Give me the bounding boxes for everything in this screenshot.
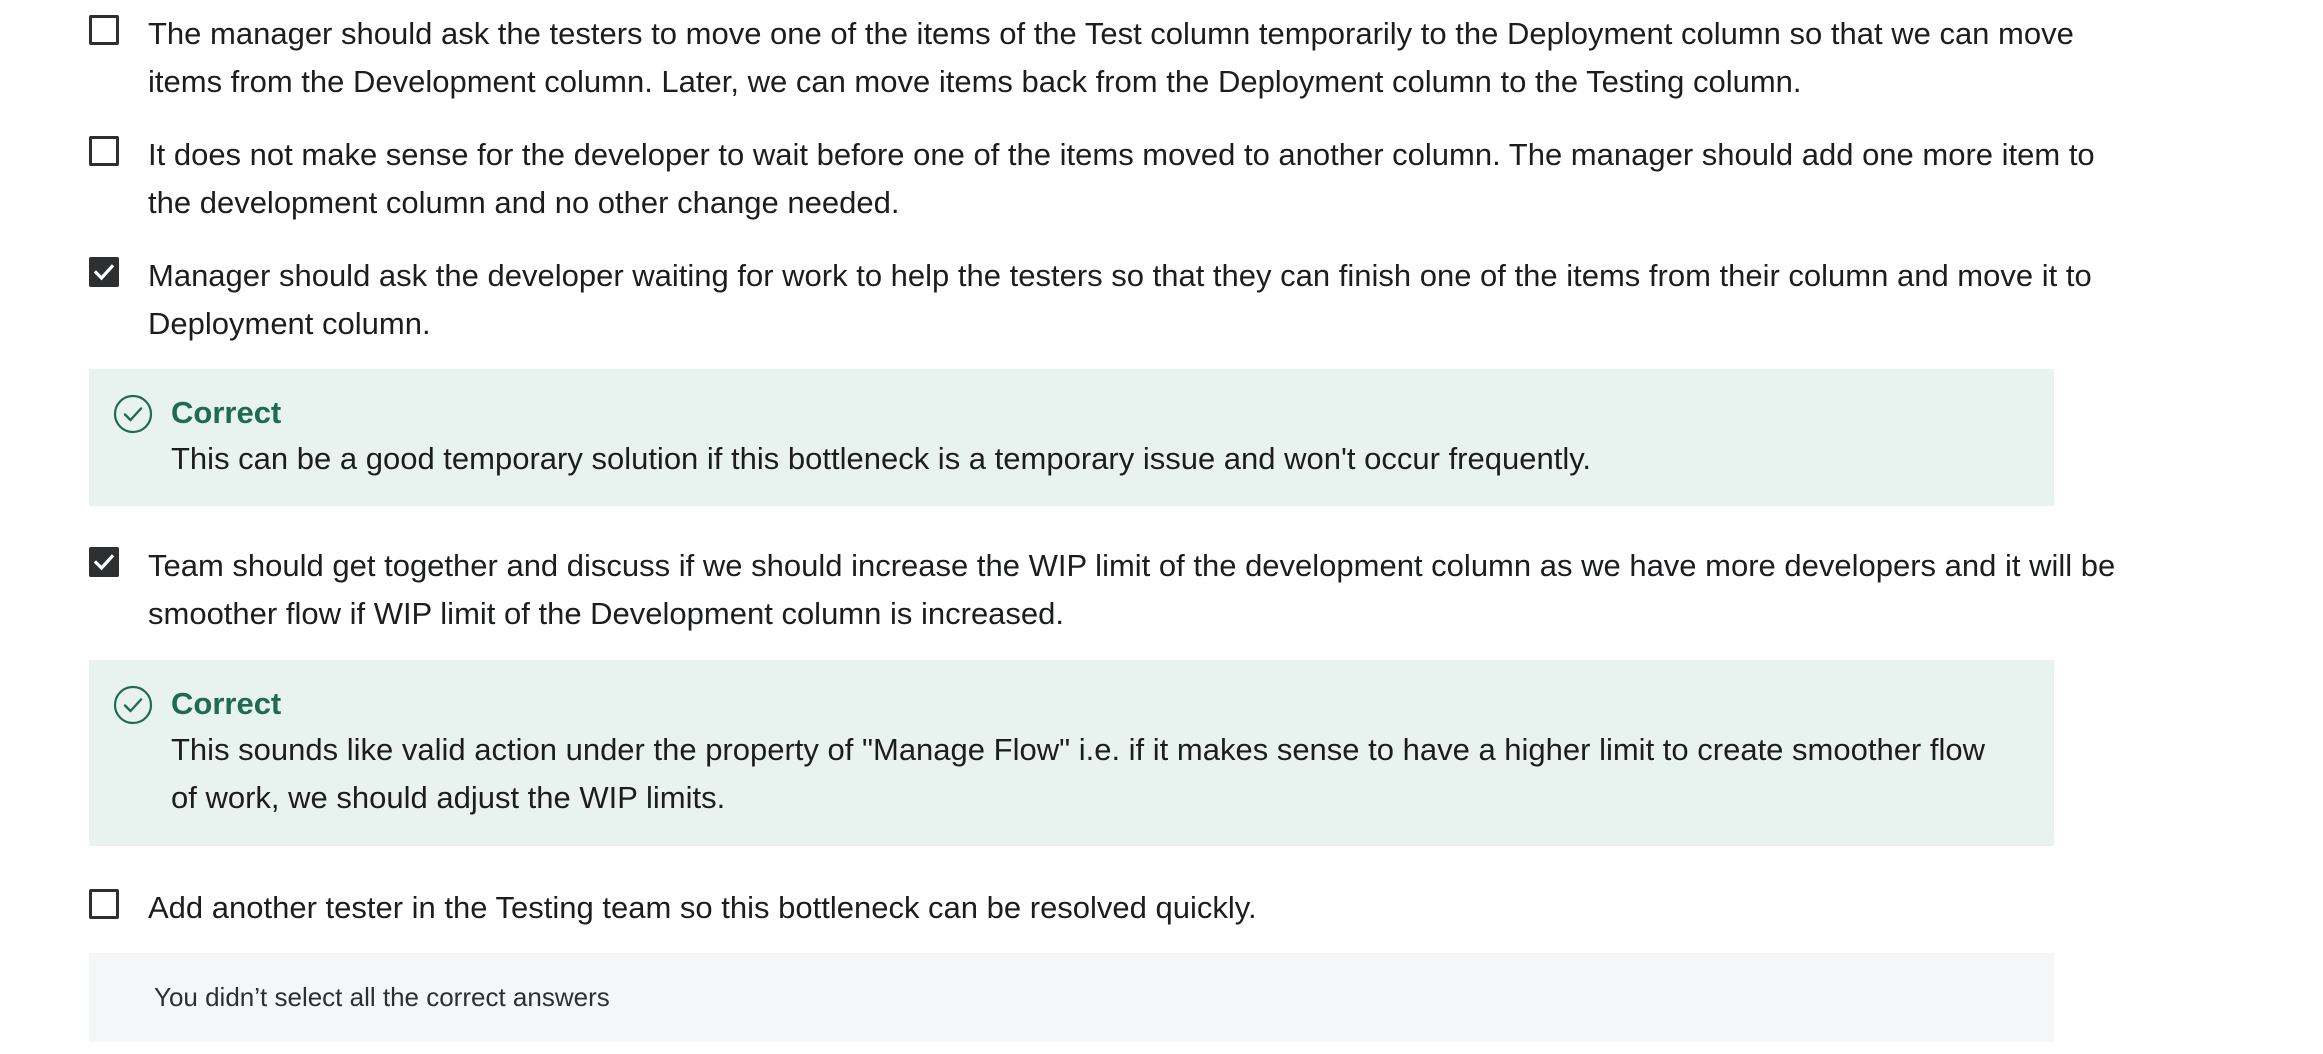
quiz-answer-list: The manager should ask the testers to mo… [0, 0, 2323, 1054]
check-circle-icon [113, 685, 153, 725]
checkbox-unchecked[interactable] [89, 889, 119, 919]
checkbox-checked[interactable] [89, 257, 119, 287]
feedback-text: This sounds like valid action under the … [171, 732, 1985, 815]
answer-option-text: The manager should ask the testers to mo… [148, 16, 2074, 99]
answer-option-text: Manager should ask the developer waiting… [148, 258, 2092, 341]
answer-option-text: Add another tester in the Testing team s… [148, 890, 1257, 925]
correct-feedback-panel: Correct This sounds like valid action un… [89, 660, 2054, 846]
feedback-title: Correct [171, 395, 282, 430]
checkbox-checked[interactable] [89, 547, 119, 577]
result-message-bar: You didn’t select all the correct answer… [89, 953, 2054, 1042]
checkbox-unchecked[interactable] [89, 136, 119, 166]
feedback-text: This can be a good temporary solution if… [171, 441, 1592, 476]
check-icon [93, 554, 115, 571]
check-circle-icon [113, 394, 153, 434]
answer-option-text: Team should get together and discuss if … [148, 548, 2116, 631]
correct-feedback-panel: Correct This can be a good temporary sol… [89, 369, 2054, 506]
checkbox-unchecked[interactable] [89, 15, 119, 45]
result-message: You didn’t select all the correct answer… [154, 982, 610, 1012]
answer-option-text: It does not make sense for the developer… [148, 137, 2095, 220]
check-icon [93, 264, 115, 281]
feedback-title: Correct [171, 686, 282, 721]
